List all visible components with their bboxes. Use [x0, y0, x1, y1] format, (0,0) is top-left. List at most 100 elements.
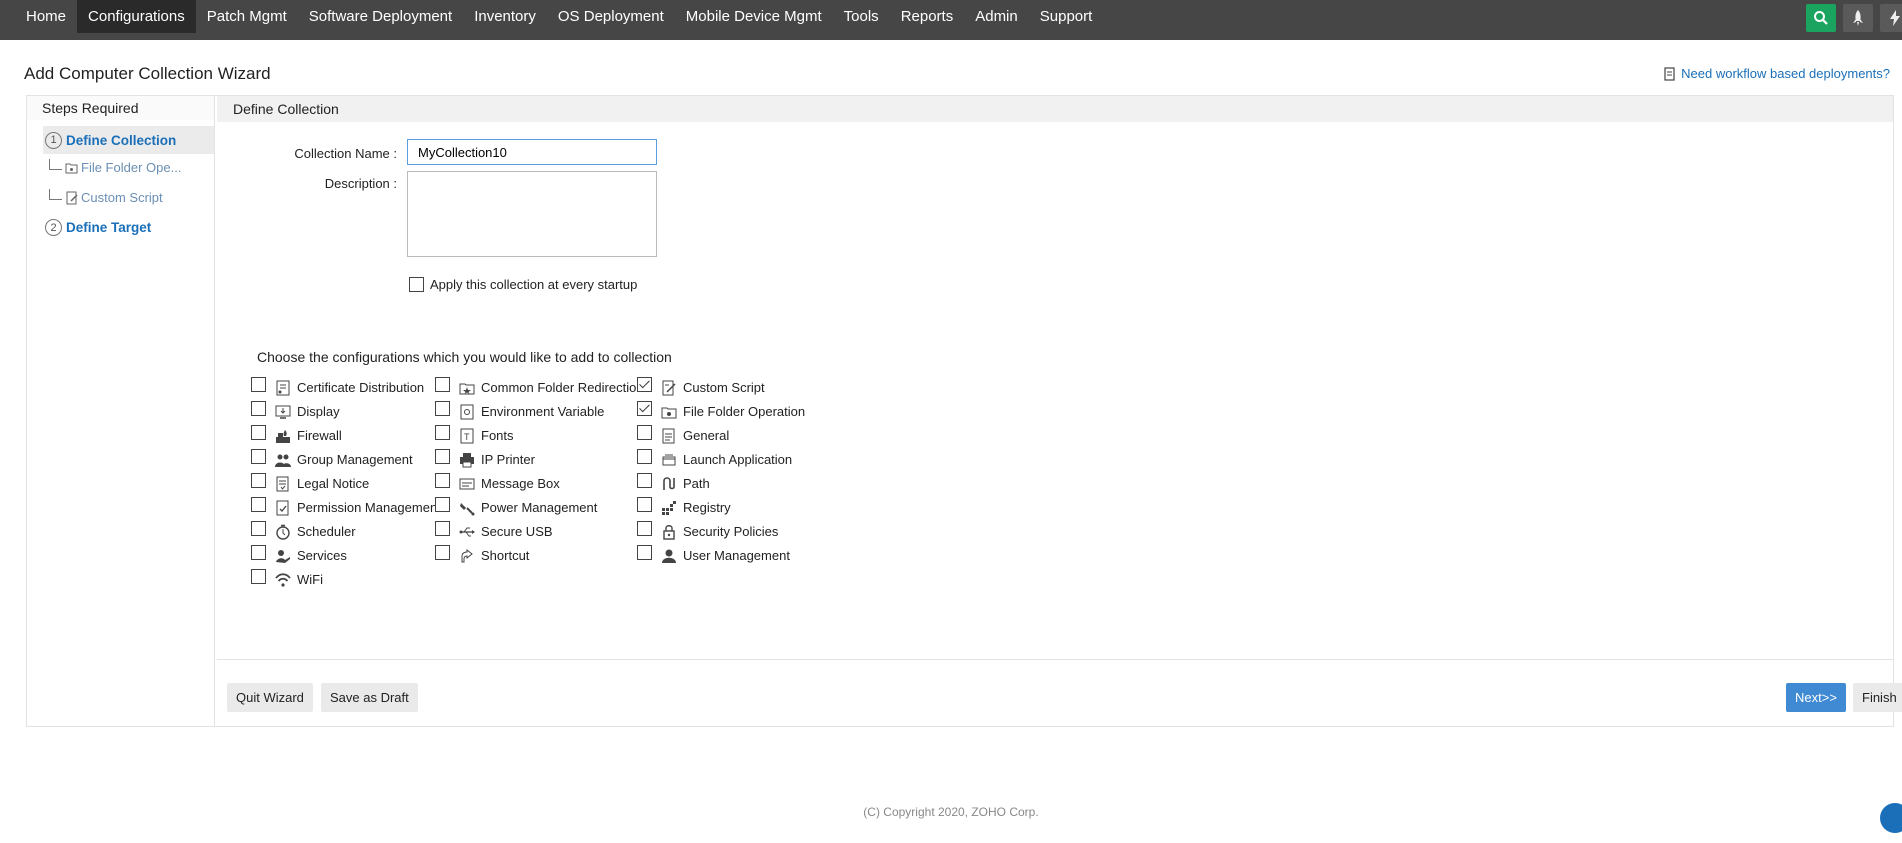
chat-icon[interactable]: [1880, 803, 1902, 833]
config-checkbox[interactable]: [251, 569, 266, 584]
step-number-1: 1: [45, 131, 62, 149]
quick-launch-button[interactable]: [1843, 4, 1873, 32]
config-checkbox[interactable]: [435, 377, 450, 392]
config-label: User Management: [683, 548, 790, 563]
search-button[interactable]: [1806, 4, 1836, 32]
nav-item-software-deployment[interactable]: Software Deployment: [298, 0, 463, 33]
nav-item-tools[interactable]: Tools: [833, 0, 890, 33]
config-checkbox[interactable]: [435, 449, 450, 464]
config-option-path[interactable]: Path: [637, 473, 710, 492]
workflow-link-text[interactable]: Need workflow based deployments?: [1681, 66, 1890, 81]
description-textarea[interactable]: [407, 171, 657, 257]
substep-file-folder[interactable]: File Folder Ope...: [49, 159, 182, 175]
config-checkbox[interactable]: [435, 545, 450, 560]
collection-name-input[interactable]: [407, 139, 657, 165]
nav-item-mobile-device-mgmt[interactable]: Mobile Device Mgmt: [675, 0, 833, 33]
step-number-2: 2: [45, 219, 62, 236]
quick-actions-button[interactable]: [1880, 4, 1902, 32]
config-option-custom-script[interactable]: Custom Script: [637, 377, 765, 396]
wizard-container: Steps Required 1 Define Collection File …: [26, 95, 1902, 727]
config-checkbox[interactable]: [251, 425, 266, 440]
config-checkbox[interactable]: [637, 377, 652, 392]
config-option-fonts[interactable]: T Fonts: [435, 425, 514, 444]
step-define-target[interactable]: 2 Define Target: [43, 219, 151, 236]
finish-button[interactable]: Finish: [1853, 683, 1902, 712]
config-option-certificate-distribution[interactable]: Certificate Distribution: [251, 377, 425, 396]
collection-name-label: Collection Name :: [294, 146, 397, 161]
config-option-ip-printer[interactable]: IP Printer: [435, 449, 535, 468]
config-option-shortcut[interactable]: Shortcut: [435, 545, 529, 564]
config-option-wifi[interactable]: WiFi: [251, 569, 323, 588]
config-checkbox[interactable]: [251, 449, 266, 464]
config-label: Group Management: [297, 452, 413, 467]
nav-item-configurations[interactable]: Configurations: [77, 0, 196, 33]
config-checkbox[interactable]: [637, 521, 652, 536]
config-label: General: [683, 428, 730, 443]
config-option-common-folder-redirection[interactable]: Common Folder Redirection: [435, 377, 644, 396]
usb-icon: [458, 523, 475, 540]
config-option-permission-management[interactable]: Permission Management: [251, 497, 441, 516]
save-draft-button[interactable]: Save as Draft: [321, 683, 418, 712]
config-option-firewall[interactable]: Firewall: [251, 425, 342, 444]
nav-item-reports[interactable]: Reports: [890, 0, 965, 33]
nav-item-admin[interactable]: Admin: [964, 0, 1029, 33]
script-icon: [660, 379, 677, 396]
config-checkbox[interactable]: [251, 473, 266, 488]
config-checkbox[interactable]: [435, 497, 450, 512]
config-label: Scheduler: [297, 524, 356, 539]
workflow-deployment-link[interactable]: Need workflow based deployments?: [1664, 66, 1890, 81]
substep-label: File Folder Ope...: [81, 160, 182, 175]
quit-wizard-button[interactable]: Quit Wizard: [227, 683, 313, 712]
step-define-collection[interactable]: 1 Define Collection: [43, 126, 214, 154]
config-label: Certificate Distribution: [297, 380, 425, 395]
config-checkbox[interactable]: [251, 545, 266, 560]
config-checkbox[interactable]: [251, 401, 266, 416]
config-option-user-management[interactable]: User Management: [637, 545, 790, 564]
config-option-environment-variable[interactable]: Environment Variable: [435, 401, 604, 420]
config-option-group-management[interactable]: Group Management: [251, 449, 413, 468]
config-label: Security Policies: [683, 524, 779, 539]
config-option-security-policies[interactable]: Security Policies: [637, 521, 779, 540]
substep-custom-script[interactable]: Custom Script: [49, 189, 163, 205]
config-option-message-box[interactable]: Message Box: [435, 473, 560, 492]
config-checkbox[interactable]: [435, 521, 450, 536]
config-option-power-management[interactable]: Power Management: [435, 497, 597, 516]
config-option-services[interactable]: Services: [251, 545, 347, 564]
config-checkbox[interactable]: [637, 545, 652, 560]
config-checkbox[interactable]: [435, 473, 450, 488]
startup-option[interactable]: Apply this collection at every startup: [409, 277, 637, 292]
config-option-launch-application[interactable]: Launch Application: [637, 449, 792, 468]
main-panel: Define Collection Collection Name : Desc…: [217, 96, 1902, 726]
message-box-icon: [458, 475, 475, 492]
nav-item-patch-mgmt[interactable]: Patch Mgmt: [196, 0, 298, 33]
config-checkbox[interactable]: [637, 401, 652, 416]
config-option-general[interactable]: General: [637, 425, 730, 444]
shortcut-icon: [458, 547, 475, 564]
document-icon: [1664, 66, 1675, 81]
config-option-secure-usb[interactable]: Secure USB: [435, 521, 553, 540]
config-option-scheduler[interactable]: Scheduler: [251, 521, 356, 540]
env-variable-icon: [458, 403, 475, 420]
config-option-display[interactable]: Display: [251, 401, 340, 420]
config-checkbox[interactable]: [251, 377, 266, 392]
config-option-file-folder-operation[interactable]: File Folder Operation: [637, 401, 805, 420]
nav-menu: Home Configurations Patch Mgmt Software Dep…: [15, 0, 1103, 40]
config-checkbox[interactable]: [637, 425, 652, 440]
config-checkbox[interactable]: [637, 449, 652, 464]
nav-item-home[interactable]: Home: [15, 0, 77, 33]
file-folder-icon: [65, 163, 78, 173]
config-checkbox[interactable]: [435, 425, 450, 440]
config-checkbox[interactable]: [637, 473, 652, 488]
config-checkbox[interactable]: [251, 521, 266, 536]
nav-item-inventory[interactable]: Inventory: [463, 0, 547, 33]
config-option-legal-notice[interactable]: Legal Notice: [251, 473, 369, 492]
nav-item-os-deployment[interactable]: OS Deployment: [547, 0, 675, 33]
next-button[interactable]: Next>>: [1786, 683, 1846, 712]
config-option-registry[interactable]: Registry: [637, 497, 731, 516]
config-checkbox[interactable]: [435, 401, 450, 416]
config-checkbox[interactable]: [637, 497, 652, 512]
config-checkbox[interactable]: [251, 497, 266, 512]
startup-checkbox[interactable]: [409, 277, 424, 292]
config-label: Display: [297, 404, 340, 419]
nav-item-support[interactable]: Support: [1029, 0, 1104, 33]
